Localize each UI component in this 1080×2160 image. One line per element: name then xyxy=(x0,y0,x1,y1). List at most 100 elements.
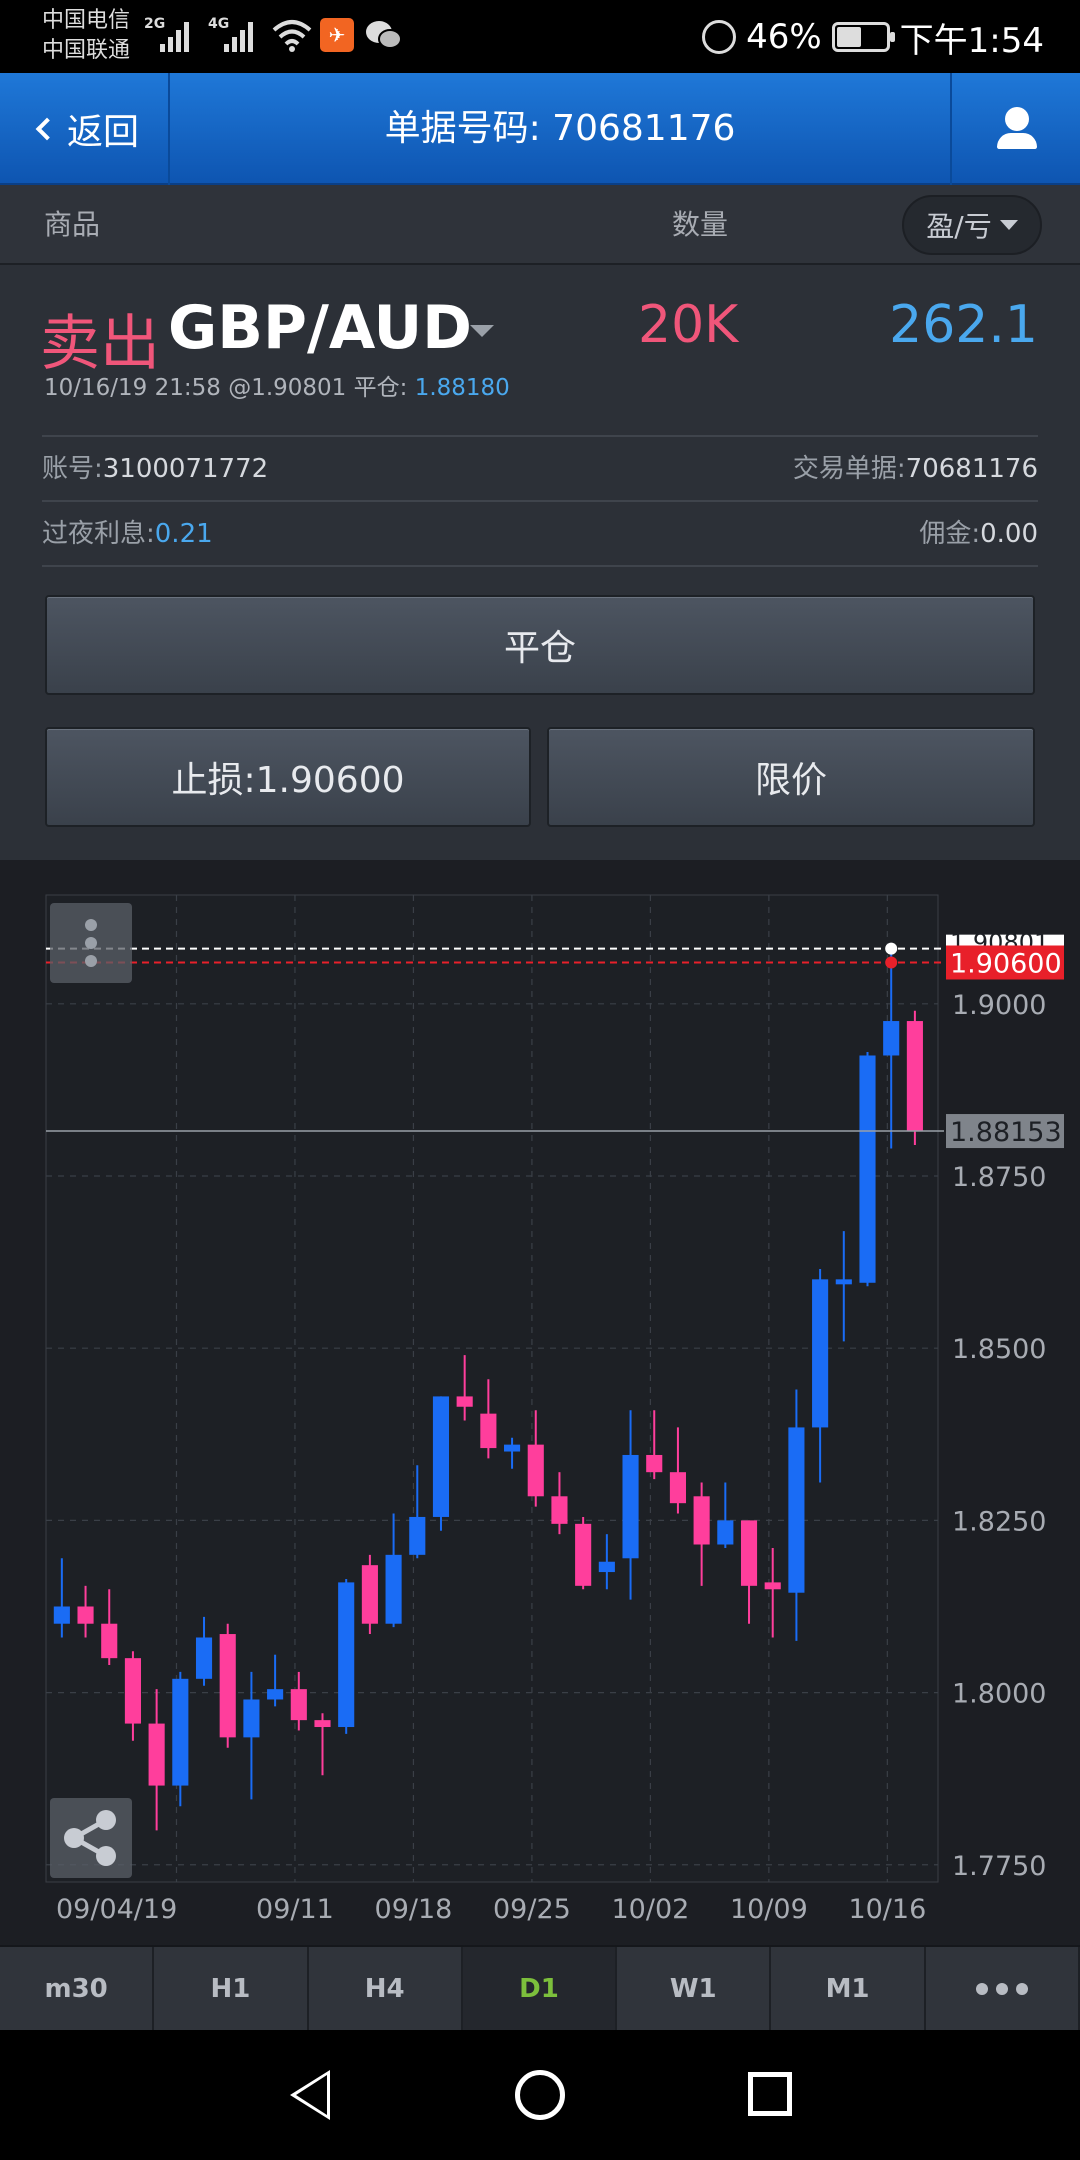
account-row: 账号:3100071772 xyxy=(42,448,268,485)
user-profile-button[interactable] xyxy=(950,73,1080,185)
page-title: 单据号码: 70681176 xyxy=(384,108,736,149)
candle-body xyxy=(646,1454,663,1473)
trade-profit: 262.1 xyxy=(889,295,1038,355)
profit-loss-label: 盈/亏 xyxy=(926,210,992,243)
app-header: 返回 单据号码: 70681176 xyxy=(0,73,1080,185)
swap-value: 0.21 xyxy=(154,519,213,549)
trade-open-info: 10/16/19 21:58 @1.90801 平仓: 1.88180 xyxy=(44,368,510,402)
stop-loss-label: 1.90600 xyxy=(950,948,1062,979)
caret-down-icon xyxy=(999,220,1018,230)
chevron-left-icon xyxy=(35,117,59,141)
open-marker xyxy=(885,942,898,955)
tab-h1[interactable]: H1 xyxy=(154,1947,309,2030)
back-button[interactable]: 返回 xyxy=(0,73,170,185)
symbol-dropdown-icon[interactable] xyxy=(470,325,494,337)
battery-icon xyxy=(831,22,895,52)
candle-body xyxy=(669,1472,686,1504)
tab-d1[interactable]: D1 xyxy=(462,1947,618,2030)
share-button[interactable] xyxy=(50,1798,132,1878)
status-bar: 中国电信 中国联通 2G 4G ✈ 46% 下午1:54 xyxy=(0,0,1080,73)
candle-body xyxy=(124,1658,141,1724)
candle-body xyxy=(504,1444,521,1452)
candle-body xyxy=(906,1021,923,1132)
tab-w1[interactable]: W1 xyxy=(617,1947,772,2030)
x-tick-label: 09/04/19 xyxy=(56,1894,177,1925)
tab-h4[interactable]: H4 xyxy=(309,1947,463,2030)
candle-body xyxy=(812,1279,829,1428)
candle-body xyxy=(622,1454,639,1559)
swap-row: 过夜利息:0.21 xyxy=(42,513,213,550)
candle-body xyxy=(219,1634,236,1738)
ticket-label: 交易单据: xyxy=(792,454,906,484)
candle-body xyxy=(314,1720,331,1728)
tab-m1[interactable]: M1 xyxy=(771,1947,926,2030)
divider xyxy=(42,500,1038,502)
chart-menu-button[interactable] xyxy=(50,903,132,983)
close-position-label: 平仓 xyxy=(503,628,576,669)
candle-body xyxy=(432,1396,450,1517)
limit-button[interactable]: 限价 xyxy=(547,727,1035,827)
candle-body xyxy=(788,1427,805,1593)
carrier-1: 中国电信 xyxy=(42,8,131,33)
x-tick-label: 09/11 xyxy=(256,1894,334,1925)
trade-symbol[interactable]: GBP/AUD xyxy=(168,293,472,363)
more-timeframes-button[interactable] xyxy=(926,1947,1080,2030)
candle-body xyxy=(409,1516,426,1555)
candle-body xyxy=(148,1723,165,1786)
nav-home-button[interactable] xyxy=(515,2070,565,2120)
candle-body xyxy=(53,1606,70,1624)
candle-body xyxy=(456,1396,473,1407)
candle-body xyxy=(480,1413,497,1449)
x-tick-label: 09/25 xyxy=(493,1894,571,1925)
divider xyxy=(42,435,1038,437)
nav-recents-button[interactable] xyxy=(748,2072,792,2116)
candle-body xyxy=(551,1496,568,1524)
stop-loss-button[interactable]: 止损:1.90600 xyxy=(45,727,531,827)
candle-body xyxy=(267,1689,284,1700)
candle-body xyxy=(101,1623,118,1659)
x-tick-label: 09/18 xyxy=(375,1894,453,1925)
candle-body xyxy=(740,1520,758,1586)
commission-label: 佣金: xyxy=(919,519,981,549)
y-tick-label: 1.8500 xyxy=(952,1334,1046,1365)
candle-body xyxy=(598,1561,615,1573)
ticket-row: 交易单据:70681176 xyxy=(793,448,1038,485)
candle-body xyxy=(764,1582,781,1590)
candle-body xyxy=(835,1279,852,1285)
candle-body xyxy=(717,1520,734,1545)
status-right: 46% 下午1:54 xyxy=(702,10,1044,64)
candle-body xyxy=(172,1678,189,1786)
more-horizontal-icon xyxy=(975,1982,1028,1995)
ticket-value: 70681176 xyxy=(905,454,1038,484)
price-chart[interactable]: 1.7750 1.8000 1.8250 1.8500 1.8750 1.9000 09/0… xyxy=(0,860,1080,1945)
candle-body xyxy=(385,1554,402,1624)
profit-loss-toggle[interactable]: 盈/亏 xyxy=(902,195,1042,255)
wifi-icon xyxy=(272,20,312,52)
carrier-labels: 中国电信 中国联通 xyxy=(42,6,130,66)
stop-loss-marker xyxy=(885,956,898,969)
signal-icon xyxy=(160,18,196,52)
close-position-button[interactable]: 平仓 xyxy=(45,595,1035,695)
candle-body xyxy=(338,1582,355,1728)
candle-body xyxy=(361,1565,378,1624)
share-icon xyxy=(64,1810,116,1866)
candlestick-chart[interactable]: 1.7750 1.8000 1.8250 1.8500 1.8750 1.9000 09/0… xyxy=(0,860,1080,1945)
swap-label: 过夜利息: xyxy=(42,519,155,549)
more-vertical-icon xyxy=(85,919,97,967)
candle-body xyxy=(77,1606,94,1624)
commission-value: 0.00 xyxy=(980,519,1038,549)
account-label: 账号: xyxy=(42,454,103,484)
divider xyxy=(42,565,1038,567)
x-tick-label: 10/09 xyxy=(730,1894,808,1925)
signal-icon xyxy=(224,18,260,52)
candle-body xyxy=(243,1699,260,1738)
app-notification-icon: ✈ xyxy=(320,18,354,52)
candle-body xyxy=(575,1523,592,1586)
product-column-label: 商品 xyxy=(44,208,101,241)
account-value: 3100071772 xyxy=(102,454,269,484)
tab-m30[interactable]: m30 xyxy=(0,1947,155,2030)
system-nav-bar xyxy=(0,2030,1080,2160)
y-tick-label: 1.8250 xyxy=(952,1506,1046,1537)
alarm-icon xyxy=(702,20,737,54)
limit-label: 限价 xyxy=(754,760,827,801)
